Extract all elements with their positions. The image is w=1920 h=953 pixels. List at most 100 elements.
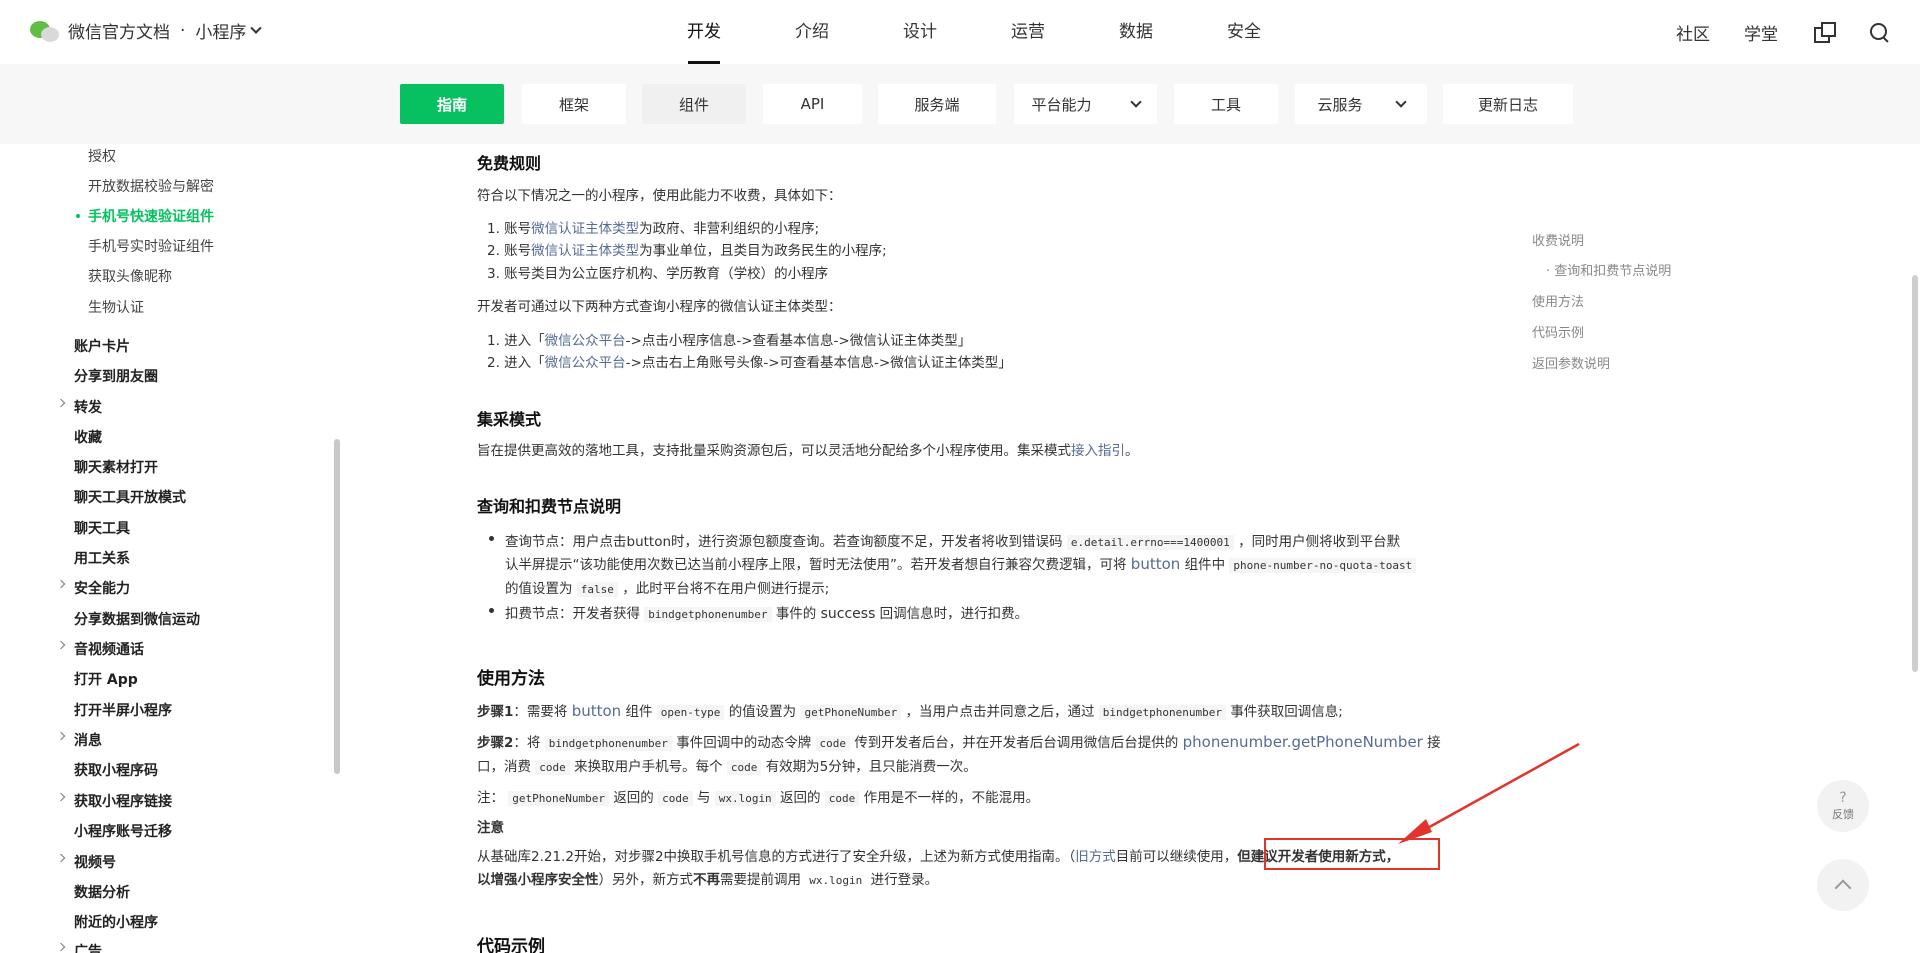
collect-body: 旨在提供更高效的落地工具，支持批量采购资源包后，可以灵活地分配给多个小程序使用。… — [477, 443, 1071, 459]
text: 进行登录。 — [870, 872, 939, 888]
chevron-right-icon — [56, 853, 66, 863]
sidebar-item-half-screen[interactable]: 打开半屏小程序 — [74, 700, 172, 720]
list-text: 2. 账号 — [487, 243, 532, 259]
sidebar-item-channels[interactable]: 视频号 — [74, 852, 116, 872]
text: 与 — [696, 790, 711, 806]
annotation-arrow-icon — [1398, 742, 1580, 844]
sidebar-item-analytics[interactable]: 数据分析 — [74, 882, 130, 902]
main-nav: 开发 介绍 设计 运营 数据 安全 — [650, 0, 1298, 64]
text: 扣费节点：开发者获得 — [505, 606, 640, 622]
nav-operation[interactable]: 运营 — [974, 0, 1082, 64]
text: 的值设置为 — [505, 581, 573, 597]
sidebar-item-biometric[interactable]: 生物认证 — [88, 297, 144, 317]
code: getPhoneNumber — [800, 705, 902, 720]
tab-platform[interactable]: 平台能力 — [1014, 84, 1157, 124]
free-rules-intro: 符合以下情况之一的小程序，使用此能力不收费，具体如下： — [477, 188, 842, 204]
sidebar-item-account-migrate[interactable]: 小程序账号迁移 — [74, 821, 172, 841]
link-getphonenumber[interactable]: phonenumber.getPhoneNumber — [1183, 733, 1423, 751]
sidebar-item-auth[interactable]: 授权 — [88, 146, 116, 166]
text: 返回的 — [613, 790, 654, 806]
sidebar-item-chat-tool[interactable]: 聊天工具 — [74, 518, 130, 538]
bold-text: 以增强小程序安全性 — [477, 872, 599, 888]
tab-guide[interactable]: 指南 — [400, 84, 504, 124]
nav-intro[interactable]: 介绍 — [758, 0, 866, 64]
bullet-icon — [489, 536, 494, 541]
text: 返回的 — [779, 790, 821, 806]
toc-item-usage[interactable]: 使用方法 — [1532, 291, 1584, 310]
link-button[interactable]: button — [1131, 555, 1180, 573]
external-link-icon[interactable] — [1812, 21, 1836, 43]
text: ：需要将 — [513, 704, 568, 720]
toc-item-query-deduct[interactable]: · 查询和扣费节点说明 — [1546, 260, 1671, 279]
sidebar-item-qrcode[interactable]: 获取小程序码 — [74, 760, 158, 780]
text: 认半屏提示“该功能使用次数已达当前小程序上限，暂时无法使用”。若开发者想自行兼容… — [505, 557, 1127, 573]
list-item: 3. 账号类目为公立医疗机构、学历教育（学校）的小程序 — [487, 266, 829, 282]
text: ，同时用户侧将收到平台默 — [1238, 534, 1401, 550]
link-access-guide[interactable]: 接入指引 — [1071, 443, 1125, 459]
text: 查询节点：用户点击button时，进行资源包额度查询。若查询额度不足，开发者将收… — [505, 534, 1063, 550]
toc-item-code-example[interactable]: 代码示例 — [1532, 322, 1584, 341]
tab-server[interactable]: 服务端 — [878, 84, 996, 124]
wechat-logo-icon — [30, 19, 60, 43]
tab-components[interactable]: 组件 — [642, 84, 746, 124]
tab-cloud[interactable]: 云服务 — [1295, 84, 1427, 124]
tab-tools[interactable]: 工具 — [1174, 84, 1278, 124]
sidebar-item-chat-tool-open-mode[interactable]: 聊天工具开放模式 — [74, 487, 186, 507]
sidebar-item-ads[interactable]: 广告 — [74, 941, 102, 953]
nav-security[interactable]: 安全 — [1190, 0, 1298, 64]
link-button[interactable]: button — [572, 702, 621, 720]
nav-academy[interactable]: 学堂 — [1744, 20, 1778, 45]
sidebar-item-av-call[interactable]: 音视频通话 — [74, 639, 144, 659]
list-item-continued: 的值设置为 false ，此时平台将不在用户侧进行提示; — [505, 577, 829, 597]
sidebar-item-nearby[interactable]: 附近的小程序 — [74, 912, 158, 932]
toc-item-return-params[interactable]: 返回参数说明 — [1532, 353, 1610, 372]
nav-data[interactable]: 数据 — [1082, 0, 1190, 64]
sidebar-item-account-card[interactable]: 账户卡片 — [74, 336, 130, 356]
toc-item-fees[interactable]: 收费说明 — [1532, 230, 1584, 249]
sidebar-item-employment[interactable]: 用工关系 — [74, 548, 130, 568]
brand[interactable]: 微信官方文档 · 小程序 — [30, 18, 263, 43]
sidebar-item-link[interactable]: 获取小程序链接 — [74, 791, 172, 811]
code: code — [658, 791, 693, 806]
tab-cloud-label: 云服务 — [1317, 95, 1363, 114]
code: open-type — [656, 705, 725, 720]
nav-design[interactable]: 设计 — [866, 0, 974, 64]
back-to-top-button[interactable] — [1817, 859, 1869, 911]
code: code — [726, 760, 762, 775]
sidebar-item-favorite[interactable]: 收藏 — [74, 427, 102, 447]
link-mp-platform[interactable]: 微信公众平台 — [545, 355, 626, 371]
brand-separator: · — [180, 20, 186, 41]
sidebar-item-message[interactable]: 消息 — [74, 730, 102, 750]
sidebar-scrollbar[interactable] — [334, 439, 340, 774]
chevron-right-icon — [56, 792, 66, 802]
sidebar-item-share-moments[interactable]: 分享到朋友圈 — [74, 366, 158, 386]
sidebar-item-chat-material[interactable]: 聊天素材打开 — [74, 457, 158, 477]
sidebar-item-data-verify[interactable]: 开放数据校验与解密 — [88, 176, 214, 196]
nav-community[interactable]: 社区 — [1676, 20, 1710, 45]
collect-text: 旨在提供更高效的落地工具，支持批量采购资源包后，可以灵活地分配给多个小程序使用。… — [477, 439, 1139, 459]
link-old-method[interactable]: 旧方式 — [1075, 849, 1116, 865]
sidebar: 授权 开放数据校验与解密 手机号快速验证组件 手机号实时验证组件 获取头像昵称 … — [0, 144, 333, 953]
tab-framework[interactable]: 框架 — [522, 84, 626, 124]
link-mp-platform[interactable]: 微信公众平台 — [545, 333, 626, 349]
tab-changelog[interactable]: 更新日志 — [1443, 84, 1573, 124]
text: 事件获取回调信息; — [1230, 704, 1343, 720]
page-scrollbar[interactable] — [1912, 275, 1918, 672]
text: 作用是不一样的，不能混用。 — [863, 790, 1040, 806]
link-cert-type[interactable]: 微信认证主体类型 — [531, 243, 639, 259]
nav-develop[interactable]: 开发 — [650, 0, 758, 64]
tab-api[interactable]: API — [763, 84, 862, 124]
chevron-right-icon — [56, 640, 66, 650]
link-cert-type[interactable]: 微信认证主体类型 — [531, 221, 639, 237]
sidebar-item-avatar-nickname[interactable]: 获取头像昵称 — [88, 266, 172, 286]
sidebar-item-phone-quick-verify[interactable]: 手机号快速验证组件 — [88, 206, 214, 226]
search-icon[interactable] — [1868, 21, 1890, 43]
sidebar-item-phone-realtime-verify[interactable]: 手机号实时验证组件 — [88, 236, 214, 256]
sidebar-item-forward[interactable]: 转发 — [74, 397, 102, 417]
sidebar-item-security[interactable]: 安全能力 — [74, 578, 130, 598]
sidebar-item-werun[interactable]: 分享数据到微信运动 — [74, 609, 200, 629]
product-selector[interactable]: 小程序 — [195, 18, 246, 43]
sidebar-item-open-app[interactable]: 打开 App — [74, 669, 138, 689]
feedback-button[interactable]: ? 反馈 — [1817, 780, 1869, 832]
code: code — [815, 736, 851, 751]
